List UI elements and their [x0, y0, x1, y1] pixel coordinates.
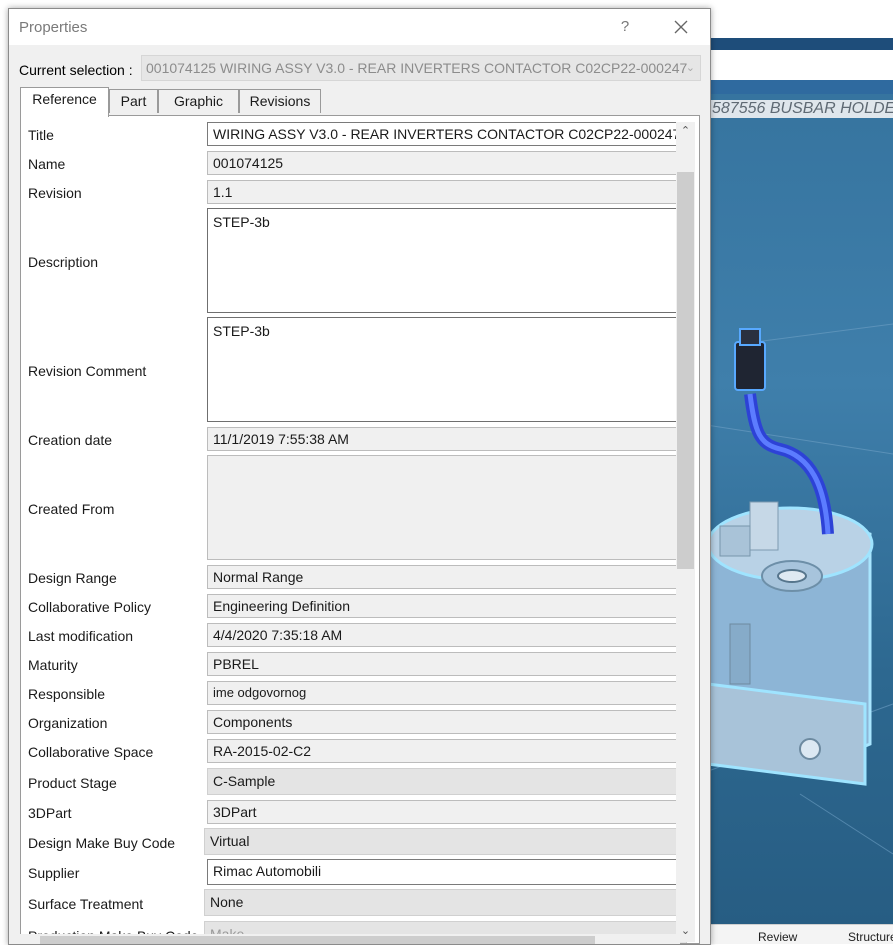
description-field[interactable]: STEP-3b	[207, 208, 687, 313]
name-label: Name	[28, 156, 66, 172]
3d-model[interactable]	[700, 94, 893, 924]
revision-field[interactable]: 1.1	[207, 180, 687, 204]
collaborative-policy-label: Collaborative Policy	[28, 599, 151, 615]
design-make-buy-code-field[interactable]: Virtual	[204, 828, 687, 855]
created-from-label: Created From	[28, 501, 115, 517]
close-icon	[674, 20, 688, 34]
reference-panel: Title WIRING ASSY V3.0 - REAR INVERTERS …	[20, 115, 700, 944]
revision-comment-label: Revision Comment	[28, 363, 147, 379]
product-stage-field[interactable]: C-Sample	[207, 768, 687, 795]
created-from-field[interactable]	[207, 455, 687, 560]
3dpart-field[interactable]: 3DPart	[207, 800, 687, 824]
properties-dialog: Properties ? Current selection : 0010741…	[8, 8, 711, 945]
supplier-label: Supplier	[28, 865, 80, 881]
tab-reference[interactable]: Reference	[20, 87, 109, 117]
design-range-field[interactable]: Normal Range	[207, 565, 687, 589]
collaborative-space-label: Collaborative Space	[28, 744, 154, 760]
bottom-tab-structure[interactable]: Structure	[848, 930, 893, 944]
organization-field[interactable]: Components	[207, 710, 687, 734]
surface-treatment-field[interactable]: None	[204, 889, 687, 916]
tab-graphic[interactable]: Graphic	[158, 89, 239, 113]
product-stage-label: Product Stage	[28, 775, 117, 791]
vertical-scroll-thumb[interactable]	[677, 172, 694, 569]
chevron-down-icon: ⌄	[685, 62, 695, 74]
current-selection-dropdown[interactable]: 001074125 WIRING ASSY V3.0 - REAR INVERT…	[141, 55, 701, 81]
current-selection-value: 001074125 WIRING ASSY V3.0 - REAR INVERT…	[146, 60, 688, 76]
organization-label: Organization	[28, 715, 108, 731]
close-button[interactable]	[665, 14, 697, 40]
creation-date-label: Creation date	[28, 432, 113, 448]
dialog-titlebar[interactable]: Properties ?	[9, 9, 710, 45]
app-ribbon-strip	[700, 80, 893, 94]
vertical-scrollbar[interactable]: ⌃ ⌄	[676, 122, 695, 942]
app-bottom-tabbar: Review Structure	[700, 924, 893, 944]
responsible-field[interactable]: ime odgovornog	[207, 681, 687, 705]
bottom-tab-review[interactable]: Review	[758, 930, 797, 944]
name-field[interactable]: 001074125	[207, 151, 687, 175]
revision-label: Revision	[28, 185, 82, 201]
3d-viewport[interactable]: 587556 BUSBAR HOLDER	[700, 94, 893, 924]
app-header-bar	[700, 38, 893, 50]
design-make-buy-code-label: Design Make Buy Code	[28, 835, 176, 851]
current-selection-label: Current selection :	[19, 62, 133, 78]
surface-treatment-label: Surface Treatment	[28, 896, 144, 912]
revision-comment-field[interactable]: STEP-3b	[207, 317, 687, 422]
design-range-label: Design Range	[28, 570, 117, 586]
maturity-field[interactable]: PBREL	[207, 652, 687, 676]
dialog-title: Properties	[19, 19, 88, 36]
tab-revisions[interactable]: Revisions	[239, 89, 321, 113]
last-modification-field[interactable]: 4/4/2020 7:35:18 AM	[207, 623, 687, 647]
3dpart-label: 3DPart	[28, 805, 72, 821]
help-button[interactable]: ?	[612, 16, 638, 38]
tab-part[interactable]: Part	[109, 89, 158, 113]
last-modification-label: Last modification	[28, 628, 134, 644]
app-toolbar	[700, 50, 893, 81]
collaborative-policy-field[interactable]: Engineering Definition	[207, 594, 687, 618]
creation-date-field[interactable]: 11/1/2019 7:55:38 AM	[207, 427, 687, 451]
maturity-label: Maturity	[28, 657, 78, 673]
scroll-up-icon[interactable]: ⌃	[676, 122, 695, 140]
responsible-label: Responsible	[28, 686, 106, 702]
supplier-field[interactable]: Rimac Automobili	[207, 859, 687, 885]
description-label: Description	[28, 254, 99, 270]
title-field[interactable]: WIRING ASSY V3.0 - REAR INVERTERS CONTAC…	[207, 122, 687, 146]
title-label: Title	[28, 127, 54, 143]
collaborative-space-field[interactable]: RA-2015-02-C2	[207, 739, 687, 763]
